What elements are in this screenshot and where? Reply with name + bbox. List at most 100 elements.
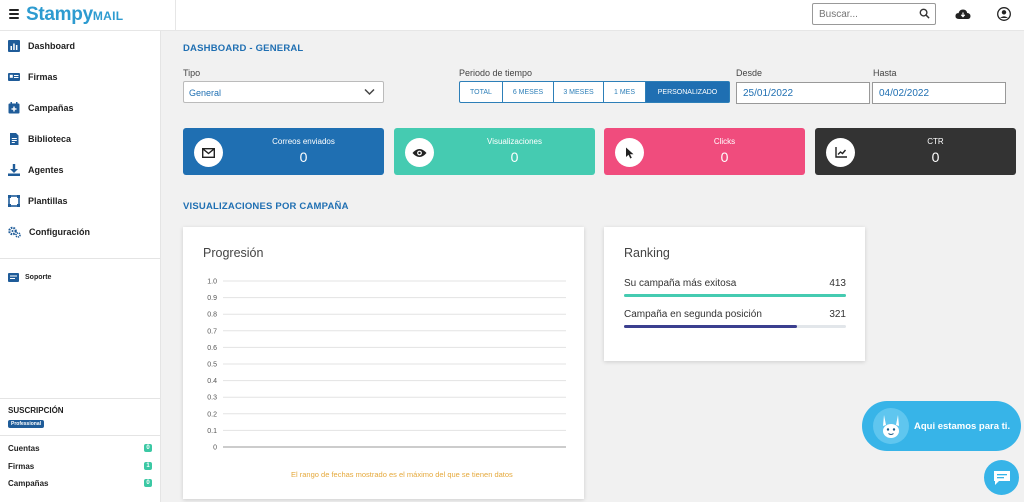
tipo-select[interactable]: General <box>183 81 384 103</box>
ranking-label: Su campaña más exitosa <box>624 278 737 289</box>
ranking-label: Campaña en segunda posición <box>624 309 762 320</box>
chart-ytick-label: 1.0 <box>207 279 217 286</box>
quota-badge: 0 <box>144 479 152 487</box>
periodo-option-3-meses[interactable]: 3 MESES <box>554 82 604 102</box>
stat-card-correos: Correos enviados 0 <box>183 128 384 175</box>
calendar-plus-icon <box>8 102 20 114</box>
stat-card-visualizaciones: Visualizaciones 0 <box>394 128 595 175</box>
chat-button[interactable] <box>984 460 1019 495</box>
plan-badge: Professional <box>8 420 45 428</box>
stat-card-clicks: Clicks 0 <box>604 128 805 175</box>
sidebar-item-soporte[interactable]: Soporte <box>8 273 51 282</box>
quota-row-firmas: Firmas 1 <box>8 460 152 472</box>
sidebar-item-dashboard[interactable]: Dashboard <box>8 38 75 54</box>
chart-ytick-label: 0.8 <box>207 312 217 319</box>
quota-label: Campañas <box>8 478 49 488</box>
stat-card-title: Visualizaciones <box>487 137 542 146</box>
id-card-icon <box>8 73 20 81</box>
subscription-title: SUSCRIPCIÓN <box>8 406 64 415</box>
stat-card-ctr: CTR 0 <box>815 128 1016 175</box>
sidebar-item-firmas[interactable]: Firmas <box>8 69 58 85</box>
desde-label: Desde <box>736 68 763 78</box>
chart-ytick-label: 0.6 <box>207 345 217 352</box>
quota-row-campanas: Campañas 0 <box>8 477 152 489</box>
quota-label: Firmas <box>8 461 35 471</box>
ranking-value: 413 <box>829 278 846 289</box>
mail-icon <box>194 138 223 167</box>
stat-card-value: 0 <box>510 149 519 165</box>
stat-card-value: 0 <box>299 149 308 165</box>
support-label: Soporte <box>25 274 52 281</box>
chart-note: El rango de fechas mostrado es el máximo… <box>291 470 513 479</box>
chart-ytick-label: 0.1 <box>207 428 217 435</box>
ranking-panel: Ranking Su campaña más exitosa 413 Campa… <box>604 227 865 361</box>
sidebar-item-campanas[interactable]: Campañas <box>8 100 74 116</box>
quota-label: Cuentas <box>8 443 40 453</box>
quota-row-cuentas: Cuentas 0 <box>8 442 152 454</box>
progresion-panel: Progresión 1.0 0.9 0.8 0.7 0.6 0.5 0.4 0.3 0.2 0.… <box>183 227 584 499</box>
hasta-label: Hasta <box>873 68 897 78</box>
mascot-icon <box>873 408 909 444</box>
ranking-row-1: Su campaña más exitosa 413 <box>624 278 846 289</box>
eye-icon <box>405 138 434 167</box>
chart-icon <box>8 40 20 52</box>
search-input[interactable] <box>813 4 913 25</box>
ranking-bar-fill <box>624 294 846 297</box>
tipo-label: Tipo <box>183 68 201 78</box>
sidebar-item-label: Agentes <box>28 165 64 175</box>
stat-card-title: CTR <box>927 137 944 146</box>
sidebar-item-agentes[interactable]: Agentes <box>8 162 64 178</box>
sidebar-item-label: Dashboard <box>28 41 76 51</box>
topbar-divider <box>175 0 176 31</box>
help-text: Aqui estamos para ti. <box>914 420 1011 432</box>
sidebar-item-label: Firmas <box>28 72 58 82</box>
desde-date-input[interactable]: 25/01/2022 <box>736 82 870 104</box>
periodo-option-total[interactable]: TOTAL <box>460 82 503 102</box>
section-title: VISUALIZACIONES POR CAMPAÑA <box>183 201 349 212</box>
cloud-icon[interactable] <box>955 7 971 21</box>
app-logo[interactable]: StampyMAIL <box>26 4 123 26</box>
tipo-select-value: General <box>189 88 222 98</box>
sidebar-item-label: Biblioteca <box>28 134 72 144</box>
stat-card-value: 0 <box>720 149 729 165</box>
user-icon[interactable] <box>997 7 1011 21</box>
chat-icon <box>993 470 1010 485</box>
menu-icon[interactable] <box>9 9 19 19</box>
download-icon <box>8 164 20 176</box>
chart-ytick-label: 0.9 <box>207 295 217 302</box>
stat-card-title: Correos enviados <box>272 137 335 146</box>
ranking-bar-fill <box>624 325 798 328</box>
sidebar-item-label: Plantillas <box>28 196 68 206</box>
cogs-icon <box>8 226 21 238</box>
help-widget[interactable]: Aqui estamos para ti. <box>862 401 1021 451</box>
sidebar: Dashboard Firmas Campañas Biblioteca Age… <box>0 31 161 502</box>
file-icon <box>10 133 19 145</box>
sidebar-item-biblioteca[interactable]: Biblioteca <box>8 131 71 147</box>
sidebar-divider <box>0 435 161 436</box>
support-icon <box>8 273 19 282</box>
periodo-option-personalizado[interactable]: PERSONALIZADO <box>646 82 729 102</box>
sidebar-divider <box>0 258 161 259</box>
sidebar-item-label: Campañas <box>28 103 74 113</box>
trend-icon <box>826 138 855 167</box>
ranking-value: 321 <box>829 309 846 320</box>
hasta-date-input[interactable]: 04/02/2022 <box>872 82 1006 104</box>
search-icon[interactable] <box>919 8 930 19</box>
sidebar-item-configuracion[interactable]: Configuración <box>8 224 90 240</box>
ranking-bar-1 <box>624 294 846 297</box>
sidebar-item-plantillas[interactable]: Plantillas <box>8 193 68 209</box>
stat-card-value: 0 <box>931 149 940 165</box>
periodo-option-1-mes[interactable]: 1 MES <box>604 82 646 102</box>
search-box[interactable] <box>812 3 936 25</box>
chart-ytick-label: 0.4 <box>207 378 217 385</box>
ranking-title: Ranking <box>624 246 670 260</box>
chart-ytick-label: 0 <box>213 445 217 452</box>
chevron-down-icon <box>364 88 375 96</box>
page-title: DASHBOARD - GENERAL <box>183 43 304 54</box>
periodo-segmented-control: TOTAL 6 MESES 3 MESES 1 MES PERSONALIZAD… <box>459 81 730 103</box>
periodo-option-6-meses[interactable]: 6 MESES <box>503 82 554 102</box>
cursor-icon <box>615 138 644 167</box>
chart-ytick-label: 0.7 <box>207 328 217 335</box>
chart-ytick-label: 0.5 <box>207 362 217 369</box>
quota-badge: 0 <box>144 444 152 452</box>
